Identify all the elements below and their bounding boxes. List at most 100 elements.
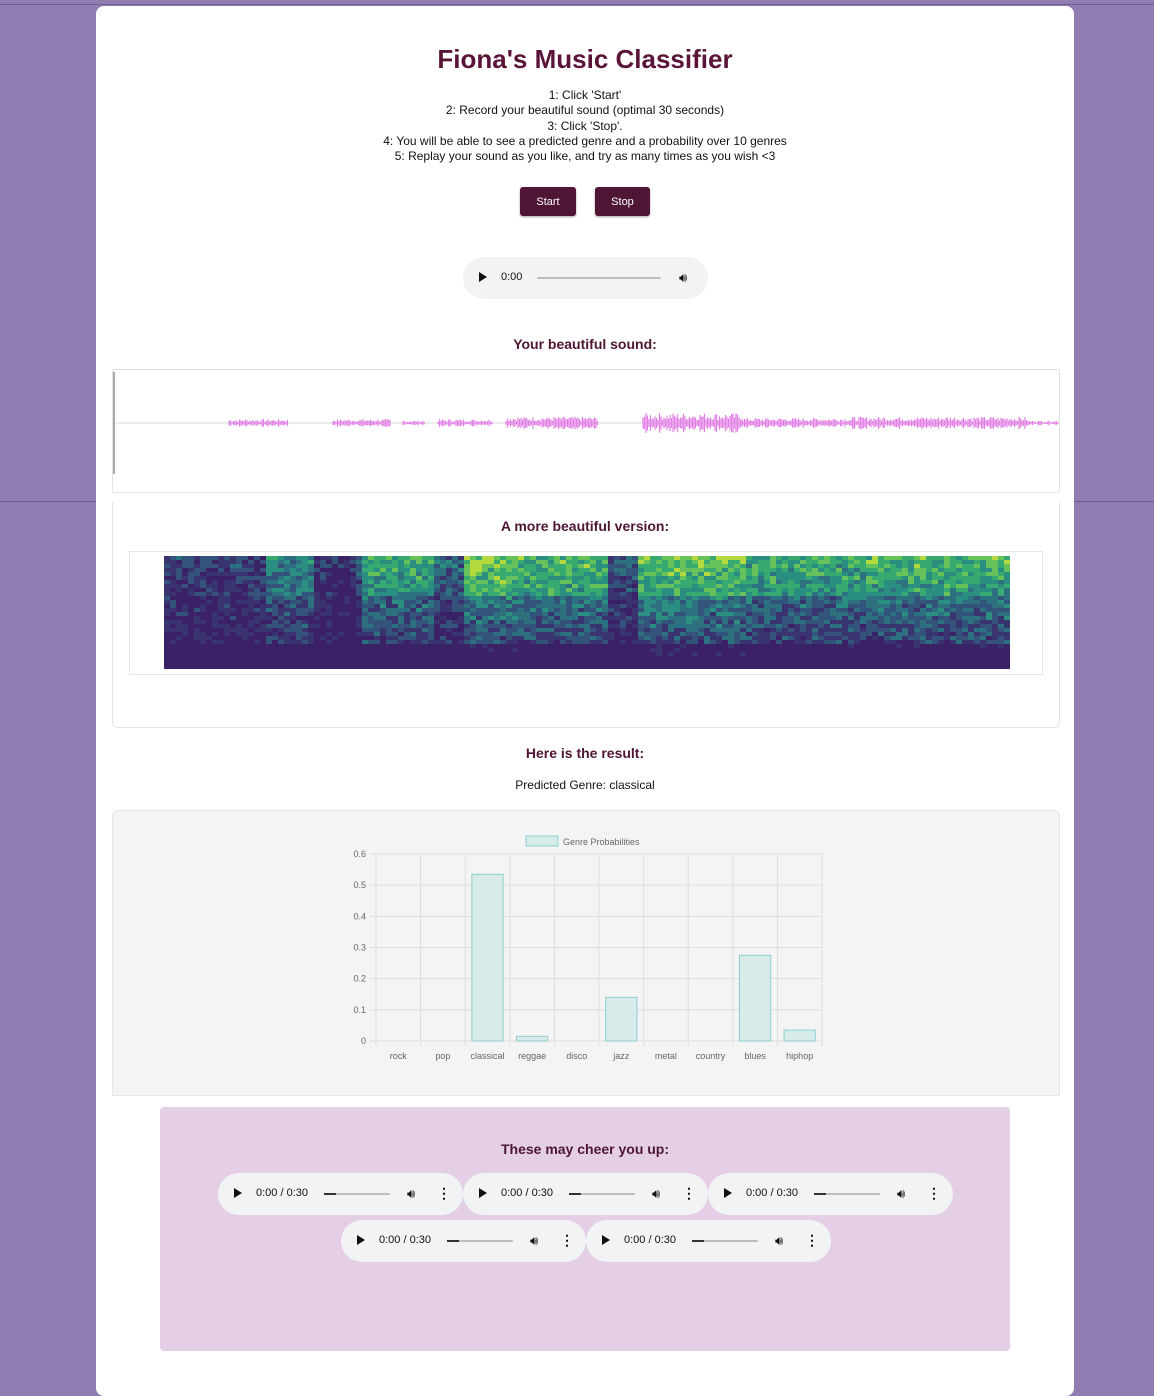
audio-progress-track[interactable] — [537, 277, 661, 279]
spectrogram-cell — [416, 624, 422, 628]
spectrogram-cell — [560, 556, 566, 560]
spectrogram-cell — [638, 636, 644, 640]
spectrogram-cell — [194, 576, 200, 580]
cheer-audio-player-5[interactable]: 0:00 / 0:30 🔊︎ ⋮ — [586, 1220, 831, 1262]
spectrogram-cell — [164, 584, 170, 588]
spectrogram-cell — [266, 584, 272, 588]
spectrogram-cell — [434, 560, 440, 564]
audio-progress-track[interactable] — [814, 1193, 880, 1195]
spectrogram-cell — [218, 556, 224, 560]
audio-progress-track[interactable] — [324, 1193, 390, 1195]
spectrogram-cell — [830, 556, 836, 560]
play-icon[interactable] — [479, 1188, 487, 1198]
spectrogram-cell — [398, 608, 404, 612]
volume-icon[interactable]: 🔊︎ — [407, 1186, 415, 1202]
spectrogram-cell — [284, 584, 290, 588]
spectrogram-cell — [176, 568, 182, 572]
spectrogram-cell — [410, 612, 416, 616]
spectrogram-cell — [788, 616, 794, 620]
play-icon[interactable] — [479, 272, 487, 282]
spectrogram-cell — [488, 572, 494, 576]
volume-icon[interactable]: 🔊︎ — [652, 1186, 660, 1202]
spectrogram-cell — [830, 560, 836, 564]
play-icon[interactable] — [234, 1188, 242, 1198]
spectrogram-cell — [218, 560, 224, 564]
spectrogram-cell — [704, 628, 710, 632]
spectrogram-cell — [896, 624, 902, 628]
spectrogram-cell — [242, 580, 248, 584]
spectrogram-cell — [836, 624, 842, 628]
spectrogram-cell — [752, 572, 758, 576]
cheer-audio-player-1[interactable]: 0:00 / 0:30 🔊︎ ⋮ — [218, 1173, 463, 1215]
volume-icon[interactable]: 🔊︎ — [775, 1233, 783, 1249]
audio-progress-track[interactable] — [447, 1240, 513, 1242]
volume-icon[interactable]: 🔊︎ — [679, 270, 687, 286]
spectrogram-cell — [950, 612, 956, 616]
volume-icon[interactable]: 🔊︎ — [530, 1233, 538, 1249]
spectrogram-cell — [524, 584, 530, 588]
spectrogram-cell — [482, 636, 488, 640]
spectrogram-cell — [824, 556, 830, 560]
spectrogram-cell — [746, 588, 752, 592]
start-button[interactable]: Start — [520, 187, 576, 216]
play-icon[interactable] — [602, 1235, 610, 1245]
spectrogram-cell — [482, 600, 488, 604]
volume-icon[interactable]: 🔊︎ — [897, 1186, 905, 1202]
more-options-icon[interactable]: ⋮ — [437, 1185, 451, 1201]
cheer-audio-player-4[interactable]: 0:00 / 0:30 🔊︎ ⋮ — [341, 1220, 586, 1262]
spectrogram-cell — [578, 628, 584, 632]
spectrogram-cell — [722, 616, 728, 620]
spectrogram-cell — [722, 584, 728, 588]
spectrogram-cell — [866, 596, 872, 600]
spectrogram-cell — [656, 616, 662, 620]
spectrogram-cell — [446, 588, 452, 592]
spectrogram-cell — [890, 604, 896, 608]
spectrogram-cell — [392, 632, 398, 636]
spectrogram-cell — [962, 616, 968, 620]
cheer-audio-player-3[interactable]: 0:00 / 0:30 🔊︎ ⋮ — [708, 1173, 953, 1215]
spectrogram-cell — [914, 592, 920, 596]
spectrogram-cell — [470, 636, 476, 640]
spectrogram-cell — [944, 608, 950, 612]
spectrogram-cell — [650, 640, 656, 644]
spectrogram-cell — [464, 616, 470, 620]
spectrogram-cell — [914, 572, 920, 576]
stop-button[interactable]: Stop — [595, 187, 650, 216]
spectrogram-cell — [476, 560, 482, 564]
spectrogram-cell — [680, 608, 686, 612]
spectrogram-cell — [896, 632, 902, 636]
spectrogram-cell — [746, 620, 752, 624]
spectrogram-cell — [950, 600, 956, 604]
spectrogram-cell — [650, 612, 656, 616]
spectrogram-cell — [536, 632, 542, 636]
spectrogram-cell — [302, 604, 308, 608]
more-options-icon[interactable]: ⋮ — [927, 1185, 941, 1201]
spectrogram-cell — [542, 584, 548, 588]
spectrogram-cell — [362, 588, 368, 592]
more-options-icon[interactable]: ⋮ — [560, 1232, 574, 1248]
cheer-audio-player-2[interactable]: 0:00 / 0:30 🔊︎ ⋮ — [463, 1173, 708, 1215]
spectrogram-cell — [512, 592, 518, 596]
spectrogram-cell — [176, 564, 182, 568]
spectrogram-cell — [434, 564, 440, 568]
recording-audio-player[interactable]: 0:00 🔊︎ — [463, 257, 708, 299]
spectrogram-cell — [746, 604, 752, 608]
more-options-icon[interactable]: ⋮ — [682, 1185, 696, 1201]
spectrogram-cell — [554, 612, 560, 616]
play-icon[interactable] — [724, 1188, 732, 1198]
spectrogram-cell — [470, 560, 476, 564]
spectrogram-cell — [236, 632, 242, 636]
spectrogram-cell — [860, 592, 866, 596]
spectrogram-cell — [764, 572, 770, 576]
spectrogram-cell — [650, 572, 656, 576]
audio-progress-track[interactable] — [692, 1240, 758, 1242]
spectrogram-cell — [716, 564, 722, 568]
spectrogram-cell — [728, 604, 734, 608]
play-icon[interactable] — [357, 1235, 365, 1245]
spectrogram-cell — [740, 628, 746, 632]
more-options-icon[interactable]: ⋮ — [805, 1232, 819, 1248]
spectrogram-cell — [242, 564, 248, 568]
spectrogram-cell — [878, 632, 884, 636]
spectrogram-image — [164, 556, 1010, 669]
audio-progress-track[interactable] — [569, 1193, 635, 1195]
